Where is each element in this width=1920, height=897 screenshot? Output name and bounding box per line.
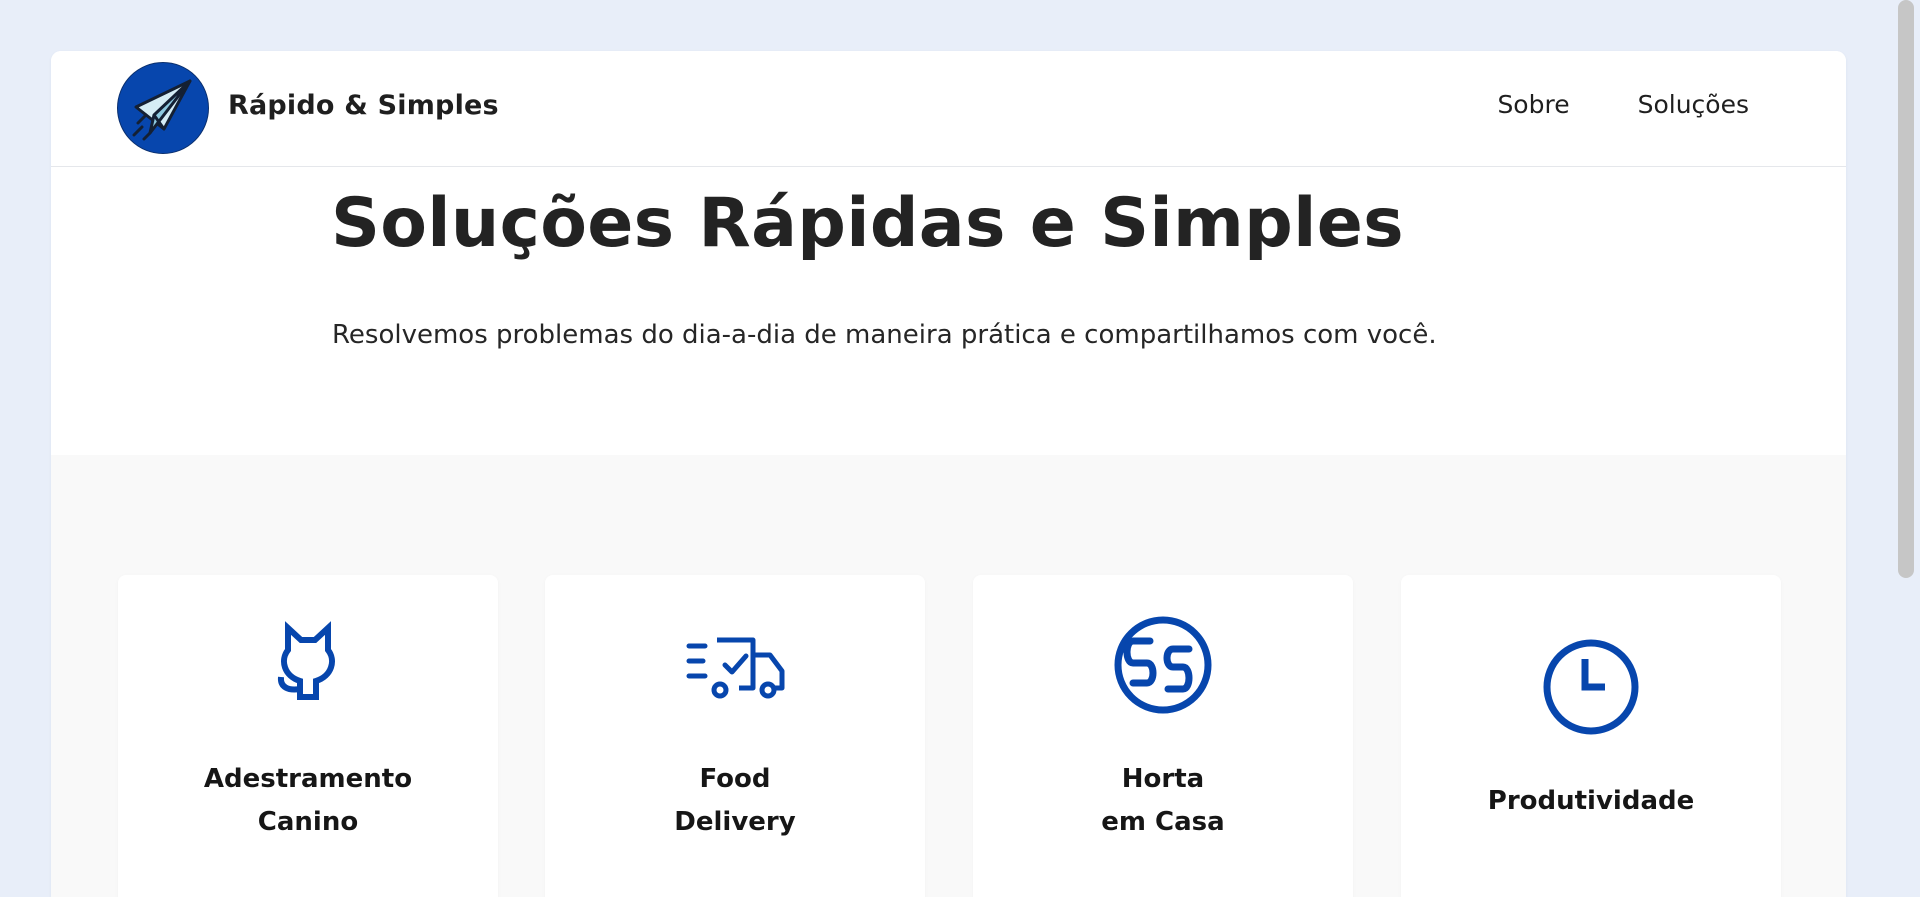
hero-subtitle: Resolvemos problemas do dia-a-dia de man… (332, 320, 1437, 350)
nav-link-sobre[interactable]: Sobre (1497, 90, 1569, 119)
hero-title: Soluções Rápidas e Simples (331, 184, 1404, 263)
cat-icon (277, 621, 335, 700)
solution-card-title: em Casa (1101, 807, 1225, 837)
main-nav: Sobre Soluções (1497, 90, 1749, 119)
solution-card-title: Adestramento (203, 764, 413, 794)
solutions-section: Adestramento Canino Food Delivery Horta … (51, 455, 1846, 897)
solution-card-horta[interactable]: Horta em Casa (973, 575, 1353, 897)
nav-link-solucoes[interactable]: Soluções (1638, 90, 1749, 119)
solution-card-title: Produtividade (1487, 786, 1695, 816)
globe-icon (1114, 616, 1212, 714)
brand-name[interactable]: Rápido & Simples (228, 90, 499, 121)
scrollbar[interactable] (1892, 0, 1920, 897)
solution-card-title: Canino (257, 807, 359, 837)
solution-card-produtividade[interactable]: Produtividade (1401, 575, 1781, 897)
solution-card-adestramento[interactable]: Adestramento Canino (118, 575, 498, 897)
solution-card-title: Delivery (674, 807, 796, 837)
paper-plane-icon (132, 79, 192, 141)
scrollbar-thumb[interactable] (1898, 0, 1914, 578)
site-header: Rápido & Simples Sobre Soluções (51, 51, 1846, 167)
page-frame: Rápido & Simples Sobre Soluções Soluções… (51, 51, 1846, 897)
delivery-truck-icon (686, 637, 785, 699)
solution-card-food-delivery[interactable]: Food Delivery (545, 575, 925, 897)
solution-card-title: Horta (1121, 764, 1205, 794)
clock-icon (1543, 639, 1639, 735)
solution-card-title: Food (699, 764, 771, 794)
logo[interactable] (117, 62, 209, 154)
